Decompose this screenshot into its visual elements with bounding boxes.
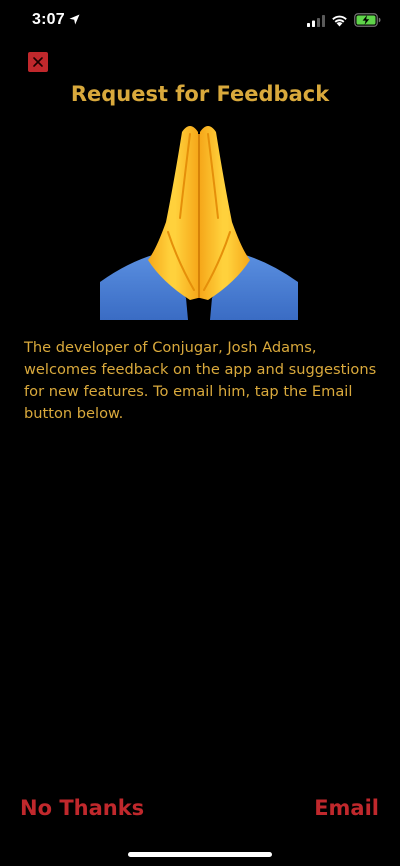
close-icon [33,57,43,67]
wifi-icon [332,15,347,27]
folded-hands-icon [100,126,298,320]
dialog-title: Request for Feedback [70,82,330,106]
email-button[interactable]: Email [314,796,379,820]
feedback-message: The developer of Conjugar, Josh Adams, w… [24,339,377,422]
battery-charging-icon [354,13,381,27]
status-bar: 3:07 [0,0,400,44]
home-indicator[interactable] [128,852,272,857]
close-button[interactable] [28,52,48,72]
location-arrow-icon [69,14,80,25]
cellular-signal-icon [307,15,325,27]
status-time: 3:07 [32,11,65,28]
no-thanks-button[interactable]: No Thanks [20,796,144,820]
